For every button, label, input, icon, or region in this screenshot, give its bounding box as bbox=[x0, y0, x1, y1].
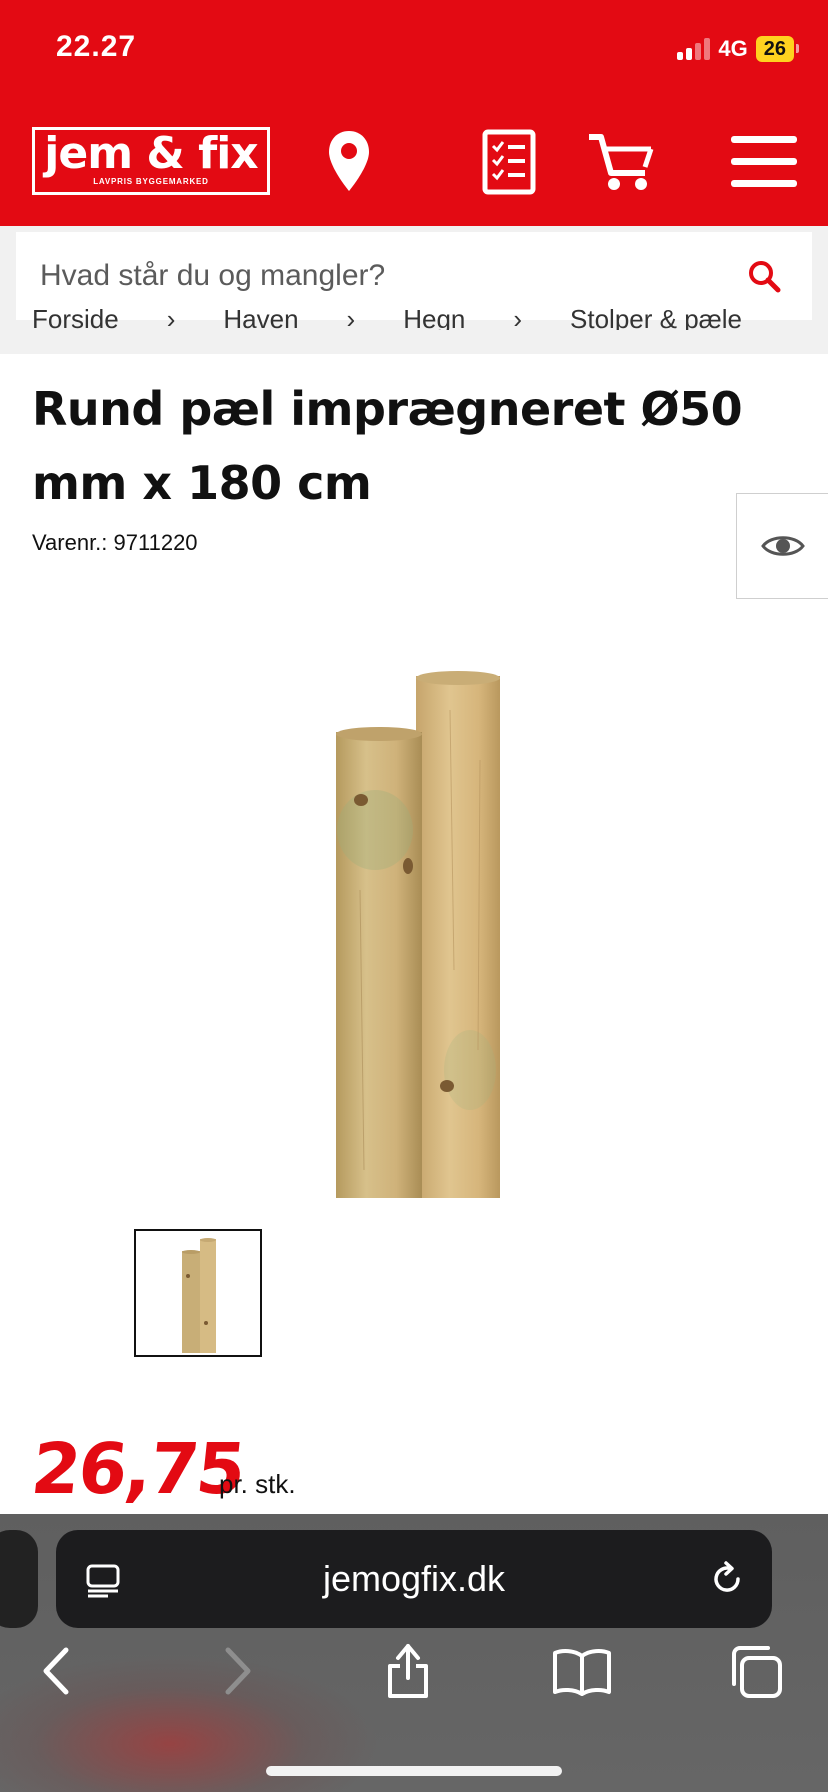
price-unit: pr. stk. bbox=[219, 1469, 296, 1499]
address-bar[interactable]: jemogfix.dk bbox=[56, 1530, 772, 1628]
network-label: 4G bbox=[718, 36, 748, 61]
page-menu-icon[interactable] bbox=[86, 1564, 120, 1603]
reload-icon[interactable] bbox=[708, 1560, 746, 1603]
status-indicators: 4G 26 bbox=[677, 36, 800, 62]
product-page: 22.27 4G 26 jem & fix LAVPRIS BYGGEMARKE… bbox=[0, 0, 828, 1792]
breadcrumb-item-hegn[interactable]: Hegn bbox=[403, 304, 465, 330]
tabs-icon[interactable] bbox=[728, 1644, 784, 1705]
view-button[interactable] bbox=[736, 493, 828, 599]
menu-icon[interactable] bbox=[730, 126, 798, 198]
breadcrumb-separator: › bbox=[166, 304, 176, 330]
search-placeholder: Hvad står du og mangler? bbox=[40, 259, 386, 292]
cart-icon[interactable] bbox=[586, 126, 656, 198]
breadcrumb-separator: › bbox=[346, 304, 356, 330]
breadcrumb-item-forside[interactable]: Forside bbox=[32, 304, 119, 330]
url-text: jemogfix.dk bbox=[322, 1558, 506, 1599]
breadcrumb-item-stolper[interactable]: Stolper & pæle bbox=[570, 304, 742, 330]
status-time: 22.27 bbox=[56, 30, 137, 63]
battery-level: 26 bbox=[755, 36, 800, 62]
share-icon[interactable] bbox=[384, 1640, 432, 1705]
search-icon[interactable] bbox=[736, 259, 792, 293]
home-indicator bbox=[266, 1766, 562, 1776]
back-icon[interactable] bbox=[38, 1646, 78, 1701]
forward-icon[interactable] bbox=[216, 1646, 256, 1701]
location-pin-icon[interactable] bbox=[323, 126, 375, 198]
product-thumbnail[interactable] bbox=[134, 1229, 262, 1357]
logo[interactable]: jem & fix LAVPRIS BYGGEMARKED bbox=[32, 127, 270, 195]
breadcrumb-item-haven[interactable]: Haven bbox=[223, 304, 298, 330]
header: 22.27 4G 26 jem & fix LAVPRIS BYGGEMARKE… bbox=[0, 0, 828, 226]
eye-icon bbox=[760, 536, 805, 556]
bookmarks-icon[interactable] bbox=[552, 1648, 612, 1701]
browser-toolbar: jemogfix.dk bbox=[0, 1514, 828, 1792]
product-sku: Varenr.: 9711220 bbox=[32, 530, 198, 555]
product-price: 26,75 bbox=[27, 1428, 248, 1510]
product-title: Rund pæl imprægneret Ø50 mm x 180 cm bbox=[32, 382, 743, 510]
breadcrumb-separator: › bbox=[513, 304, 523, 330]
breadcrumb: Forside › Haven › Hegn › Stolper & pæle bbox=[32, 296, 828, 330]
logo-text: jem & fix bbox=[44, 128, 258, 179]
search-area: Hvad står du og mangler? bbox=[0, 226, 828, 354]
product-image[interactable] bbox=[330, 670, 510, 1198]
previous-tab[interactable] bbox=[0, 1530, 38, 1628]
signal-icon bbox=[677, 38, 711, 60]
shopping-list-icon[interactable] bbox=[480, 126, 538, 198]
